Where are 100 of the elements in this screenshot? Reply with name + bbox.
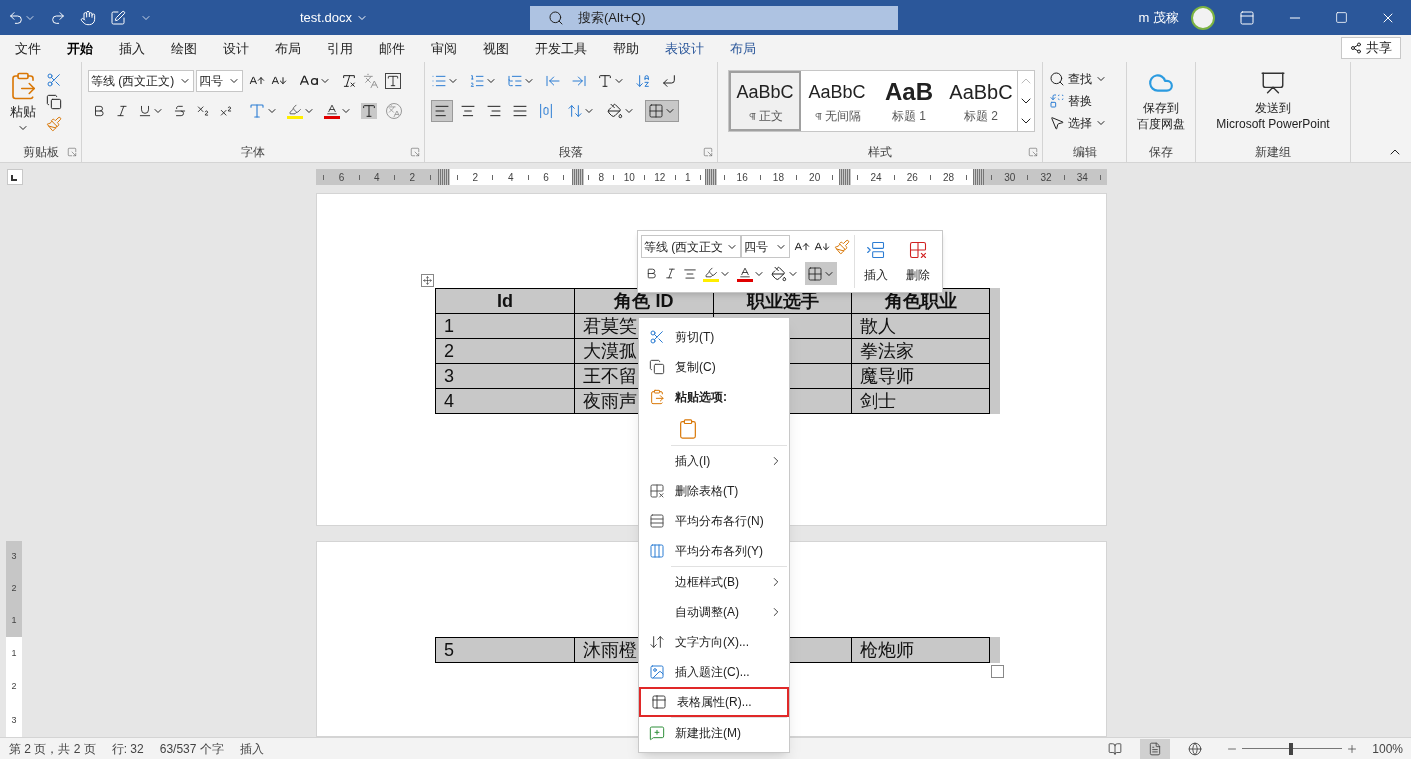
send-to-powerpoint-button[interactable]: 发送到 Microsoft PowerPoint (1202, 70, 1344, 142)
style-item[interactable]: AaBbC 正文 (729, 71, 801, 131)
table-move-handle[interactable] (421, 274, 434, 287)
save-to-cloud-button[interactable]: 保存到 百度网盘 (1133, 70, 1189, 142)
ribbon-tab[interactable]: 布局 (717, 35, 769, 62)
font-size-select[interactable]: 四号 (196, 70, 243, 92)
multilevel-list-icon[interactable] (507, 73, 523, 89)
center-icon[interactable] (683, 266, 697, 281)
style-item[interactable]: AaB 标题 1 (873, 71, 945, 131)
ribbon-tab[interactable]: 绘图 (158, 35, 210, 62)
search-icon[interactable] (548, 9, 564, 26)
font-color-icon[interactable] (324, 103, 340, 119)
word-count[interactable]: 63/537 个字 (159, 739, 224, 758)
numbering-icon[interactable] (469, 73, 485, 89)
zoom-level[interactable]: 100% (1372, 739, 1403, 758)
line-number[interactable]: 行: 32 (111, 739, 144, 758)
ribbon-tab[interactable]: 邮件 (366, 35, 418, 62)
font-size-select[interactable]: 四号 (741, 235, 790, 258)
ribbon-tab[interactable]: 表设计 (652, 35, 717, 62)
share-icon (1350, 42, 1362, 54)
italic-icon[interactable] (664, 267, 677, 280)
ribbon-tab[interactable]: 开发工具 (522, 35, 600, 62)
menu-item[interactable]: 自动调整(A) (639, 597, 789, 627)
ribbon-tab[interactable]: 插入 (106, 35, 158, 62)
ribbon-tab[interactable]: 视图 (470, 35, 522, 62)
highlighter-icon[interactable] (703, 265, 719, 282)
ribbon-tab[interactable]: 帮助 (600, 35, 652, 62)
borders-button[interactable] (645, 100, 679, 122)
undo-icon[interactable] (8, 9, 24, 26)
copy-icon[interactable] (46, 94, 62, 110)
form-icon[interactable] (110, 9, 126, 26)
paste-option-icon[interactable] (677, 417, 699, 440)
menu-item[interactable]: 平均分布各行(N) (639, 506, 789, 536)
insert-mode[interactable]: 插入 (239, 739, 264, 758)
format-painter-icon[interactable] (46, 116, 62, 132)
ruler-number: 34 (1076, 170, 1088, 185)
column-marker[interactable] (571, 169, 584, 185)
menu-item[interactable]: 表格属性(R)... (639, 687, 789, 717)
superscript-icon[interactable] (219, 104, 233, 118)
line-spacing-icon[interactable] (567, 103, 583, 119)
clear-formatting-icon[interactable] (341, 73, 357, 89)
style-item[interactable]: AaBbC 标题 2 (945, 71, 1017, 131)
strikethrough-icon[interactable] (173, 104, 187, 118)
table-cell: 散人 (851, 313, 990, 339)
bold-icon[interactable] (92, 104, 106, 118)
bullets-icon[interactable] (431, 73, 447, 89)
character-shading-icon[interactable] (361, 103, 377, 119)
ribbon-tab[interactable]: 文件 (2, 35, 54, 62)
font-name-select[interactable]: 等线 (西文正文) (88, 70, 194, 92)
page-count[interactable]: 第 2 页，共 2 页 (9, 739, 96, 758)
subscript-icon[interactable] (196, 104, 210, 118)
shading-icon[interactable] (771, 265, 787, 282)
table-cell: 魔导师 (851, 363, 990, 389)
ribbon-tab[interactable]: 设计 (210, 35, 262, 62)
menu-item[interactable]: 新建批注(M) (639, 718, 789, 748)
align-button[interactable] (431, 100, 453, 122)
paste-button[interactable]: 粘贴 (6, 70, 40, 142)
select-button[interactable]: 选择 (1049, 114, 1107, 132)
italic-icon[interactable] (115, 104, 129, 118)
table-resize-handle[interactable] (991, 665, 1004, 678)
menu-item[interactable]: 删除表格(T) (639, 476, 789, 506)
underline-icon[interactable] (138, 104, 152, 118)
avatar[interactable] (1191, 5, 1215, 30)
tab-stop-selector[interactable] (7, 169, 23, 185)
sort-icon[interactable] (635, 73, 651, 89)
borders-button[interactable] (805, 262, 837, 285)
character-border-icon[interactable] (385, 73, 401, 89)
maximize-icon[interactable] (1335, 11, 1348, 24)
ribbon-tab[interactable]: 布局 (262, 35, 314, 62)
column-marker[interactable] (839, 169, 852, 185)
font-color-icon[interactable] (737, 265, 753, 282)
scissors-icon[interactable] (46, 72, 62, 88)
style-item[interactable]: AaBbC 无间隔 (801, 71, 873, 131)
column-marker[interactable] (705, 169, 718, 185)
search-field[interactable]: 搜索(Alt+Q) (530, 5, 898, 30)
highlighter-icon[interactable] (287, 103, 303, 119)
find-button[interactable]: 查找 (1049, 70, 1107, 88)
insert-button[interactable]: 插入 (855, 235, 897, 288)
file-name[interactable]: test.docx (300, 7, 530, 28)
menu-item[interactable]: 插入(I) (639, 446, 789, 476)
delete-button[interactable]: 删除 (897, 235, 939, 288)
bold-icon[interactable] (645, 267, 658, 280)
menu-item[interactable]: 边框样式(B) (639, 567, 789, 597)
font-name-select[interactable]: 等线 (西文正文 (641, 235, 741, 258)
zoom-in-icon[interactable] (1346, 742, 1359, 755)
zoom-slider[interactable] (1242, 741, 1343, 756)
ribbon-tab[interactable]: 引用 (314, 35, 366, 62)
ribbon-options-icon[interactable] (1239, 9, 1255, 26)
user-name[interactable]: m 茂稼 (1138, 7, 1179, 28)
replace-button[interactable]: 替换 (1049, 92, 1107, 110)
share-button[interactable]: 共享 (1341, 37, 1401, 59)
ribbon-tab[interactable]: 开始 (54, 35, 106, 62)
menu-item[interactable]: 平均分布各列(Y) (639, 536, 789, 566)
show-marks-icon[interactable] (661, 73, 677, 89)
redo-icon[interactable] (50, 9, 66, 26)
column-marker[interactable] (973, 169, 986, 185)
view-button[interactable] (1140, 738, 1171, 759)
touch-mode-icon[interactable] (80, 9, 96, 26)
ribbon-tab[interactable]: 审阅 (418, 35, 470, 62)
shading-icon[interactable] (607, 103, 623, 119)
